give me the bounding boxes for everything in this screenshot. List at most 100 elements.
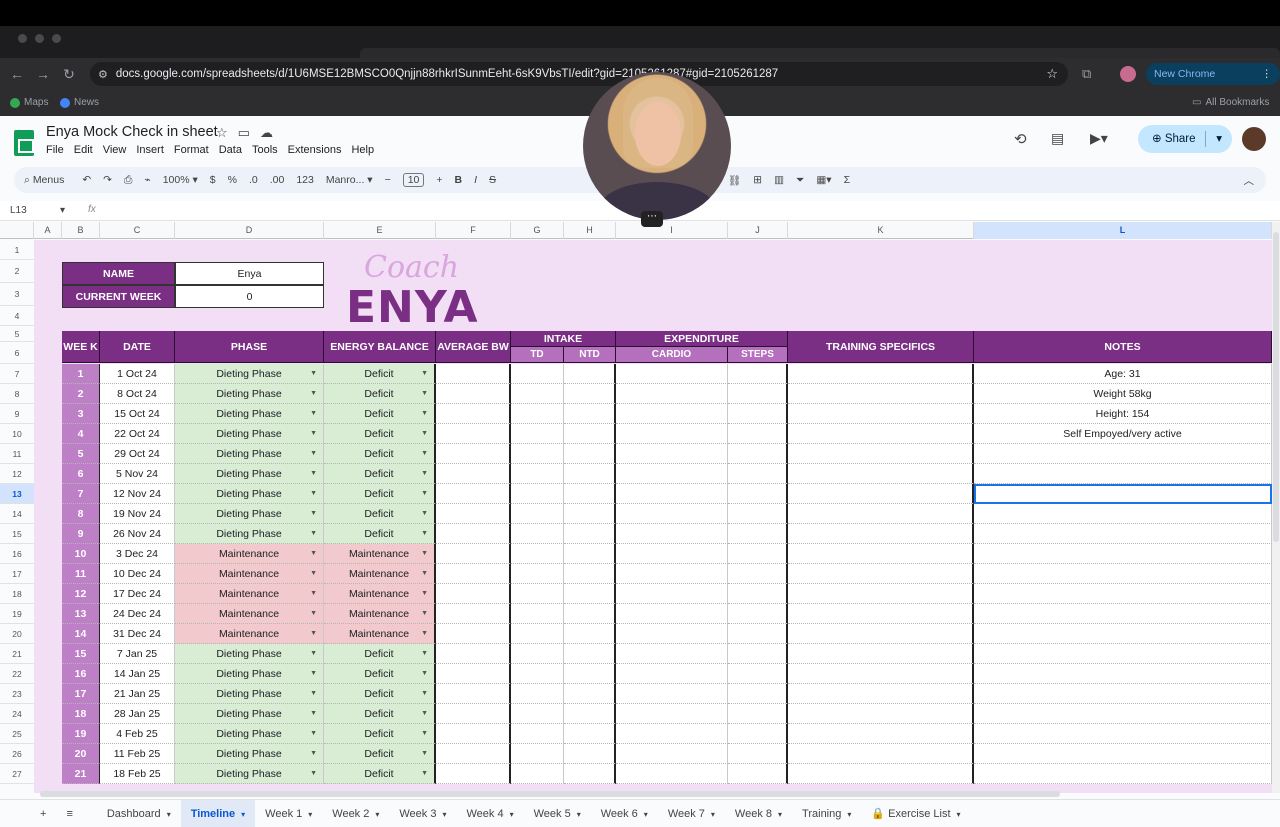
sheet-tab-timeline[interactable]: Timeline ▾ [180, 799, 256, 827]
chevron-down-icon[interactable]: ▼ [310, 524, 317, 543]
phase-dropdown[interactable]: Dieting Phase ▼ [175, 764, 324, 784]
avg-cell[interactable] [436, 564, 511, 584]
chevron-down-icon[interactable]: ▼ [421, 384, 428, 403]
ntd-cell[interactable] [564, 444, 616, 464]
row-header-1[interactable]: 1 [0, 240, 34, 260]
week-number-cell[interactable]: 7 [62, 484, 100, 504]
print-icon[interactable]: ⎙ [124, 174, 132, 187]
training-cell[interactable] [788, 564, 974, 584]
avg-cell[interactable] [436, 604, 511, 624]
date-cell[interactable]: 29 Oct 24 [100, 444, 175, 464]
week-number-cell[interactable]: 4 [62, 424, 100, 444]
share-button[interactable]: ⊕ Share ▾ [1138, 125, 1232, 153]
chevron-down-icon[interactable]: ▼ [421, 504, 428, 523]
chevron-down-icon[interactable]: ▼ [310, 384, 317, 403]
steps-cell[interactable] [728, 764, 788, 784]
menu-view[interactable]: View [103, 144, 127, 156]
percent-button[interactable]: % [228, 174, 237, 186]
italic-icon[interactable]: I [474, 174, 477, 186]
row-header-3[interactable]: 3 [0, 283, 34, 306]
column-header-g[interactable]: G [511, 222, 564, 239]
sheet-tab-week-1[interactable]: Week 1 ▾ [255, 800, 322, 827]
chevron-down-icon[interactable]: ▼ [310, 364, 317, 383]
cardio-cell[interactable] [616, 364, 728, 384]
font-size-increase[interactable]: + [436, 174, 442, 186]
energy-balance-dropdown[interactable]: Deficit ▼ [324, 704, 436, 724]
chevron-down-icon[interactable]: ▼ [421, 424, 428, 443]
decrease-decimal-button[interactable]: .0 [249, 174, 258, 186]
row-header-18[interactable]: 18 [0, 584, 34, 604]
row-header-7[interactable]: 7 [0, 364, 34, 384]
menu-extensions[interactable]: Extensions [288, 144, 342, 156]
chevron-down-icon[interactable]: ▾ [847, 810, 851, 819]
active-cell-selection[interactable] [974, 484, 1272, 504]
td-cell[interactable] [511, 624, 564, 644]
comment-icon[interactable]: ⊞ [753, 174, 762, 186]
training-cell[interactable] [788, 464, 974, 484]
energy-balance-dropdown[interactable]: Deficit ▼ [324, 684, 436, 704]
link-icon[interactable]: ⛓ [728, 174, 741, 187]
phase-dropdown[interactable]: Dieting Phase ▼ [175, 484, 324, 504]
row-header-6[interactable]: 6 [0, 342, 34, 364]
ntd-cell[interactable] [564, 544, 616, 564]
chevron-down-icon[interactable]: ▾ [308, 810, 312, 819]
all-bookmarks[interactable]: ▭ All Bookmarks [1192, 97, 1269, 108]
bookmark-star-icon[interactable]: ☆ [1046, 66, 1058, 82]
chevron-down-icon[interactable]: ▼ [421, 444, 428, 463]
energy-balance-dropdown[interactable]: Maintenance ▼ [324, 604, 436, 624]
chevron-down-icon[interactable]: ▼ [421, 584, 428, 603]
chevron-down-icon[interactable]: ▾ [577, 810, 581, 819]
date-cell[interactable]: 31 Dec 24 [100, 624, 175, 644]
avg-cell[interactable] [436, 384, 511, 404]
energy-balance-dropdown[interactable]: Deficit ▼ [324, 644, 436, 664]
chevron-down-icon[interactable]: ▼ [310, 764, 317, 783]
name-value[interactable]: Enya [175, 262, 324, 285]
phase-dropdown[interactable]: Dieting Phase ▼ [175, 464, 324, 484]
week-number-cell[interactable]: 12 [62, 584, 100, 604]
notes-cell[interactable] [974, 664, 1272, 684]
chevron-down-icon[interactable]: ▼ [310, 484, 317, 503]
avg-cell[interactable] [436, 524, 511, 544]
chevron-down-icon[interactable]: ▼ [310, 644, 317, 663]
chrome-menu-icon[interactable]: ⋮ [1262, 63, 1273, 85]
cardio-cell[interactable] [616, 504, 728, 524]
row-header-11[interactable]: 11 [0, 444, 34, 464]
menu-edit[interactable]: Edit [74, 144, 93, 156]
td-cell[interactable] [511, 444, 564, 464]
menu-file[interactable]: File [46, 144, 64, 156]
date-cell[interactable]: 8 Oct 24 [100, 384, 175, 404]
phase-dropdown[interactable]: Dieting Phase ▼ [175, 704, 324, 724]
sheet-tab-exercise-list[interactable]: 🔒 Exercise List ▾ [861, 800, 970, 827]
steps-cell[interactable] [728, 584, 788, 604]
ntd-cell[interactable] [564, 484, 616, 504]
steps-cell[interactable] [728, 404, 788, 424]
ntd-cell[interactable] [564, 684, 616, 704]
notes-cell[interactable] [974, 564, 1272, 584]
energy-balance-dropdown[interactable]: Deficit ▼ [324, 364, 436, 384]
column-header-b[interactable]: B [62, 222, 100, 239]
avg-cell[interactable] [436, 744, 511, 764]
energy-balance-dropdown[interactable]: Deficit ▼ [324, 484, 436, 504]
chevron-down-icon[interactable]: ▾ [510, 810, 514, 819]
chevron-down-icon[interactable]: ▼ [421, 404, 428, 423]
cardio-cell[interactable] [616, 564, 728, 584]
font-select[interactable]: Manro... ▾ [326, 174, 373, 186]
chevron-down-icon[interactable]: ▾ [241, 810, 245, 819]
training-cell[interactable] [788, 584, 974, 604]
chevron-down-icon[interactable]: ▼ [421, 484, 428, 503]
menu-data[interactable]: Data [219, 144, 242, 156]
energy-balance-dropdown[interactable]: Deficit ▼ [324, 424, 436, 444]
td-cell[interactable] [511, 404, 564, 424]
avg-cell[interactable] [436, 624, 511, 644]
forward-icon[interactable]: → [30, 66, 56, 82]
row-header-2[interactable]: 2 [0, 260, 34, 283]
steps-cell[interactable] [728, 564, 788, 584]
move-folder-icon[interactable]: ▭ [238, 125, 250, 141]
energy-balance-dropdown[interactable]: Maintenance ▼ [324, 544, 436, 564]
row-header-15[interactable]: 15 [0, 524, 34, 544]
chevron-down-icon[interactable]: ▼ [310, 564, 317, 583]
energy-balance-dropdown[interactable]: Deficit ▼ [324, 764, 436, 784]
chevron-down-icon[interactable]: ▼ [310, 704, 317, 723]
ntd-cell[interactable] [564, 624, 616, 644]
week-number-cell[interactable]: 10 [62, 544, 100, 564]
